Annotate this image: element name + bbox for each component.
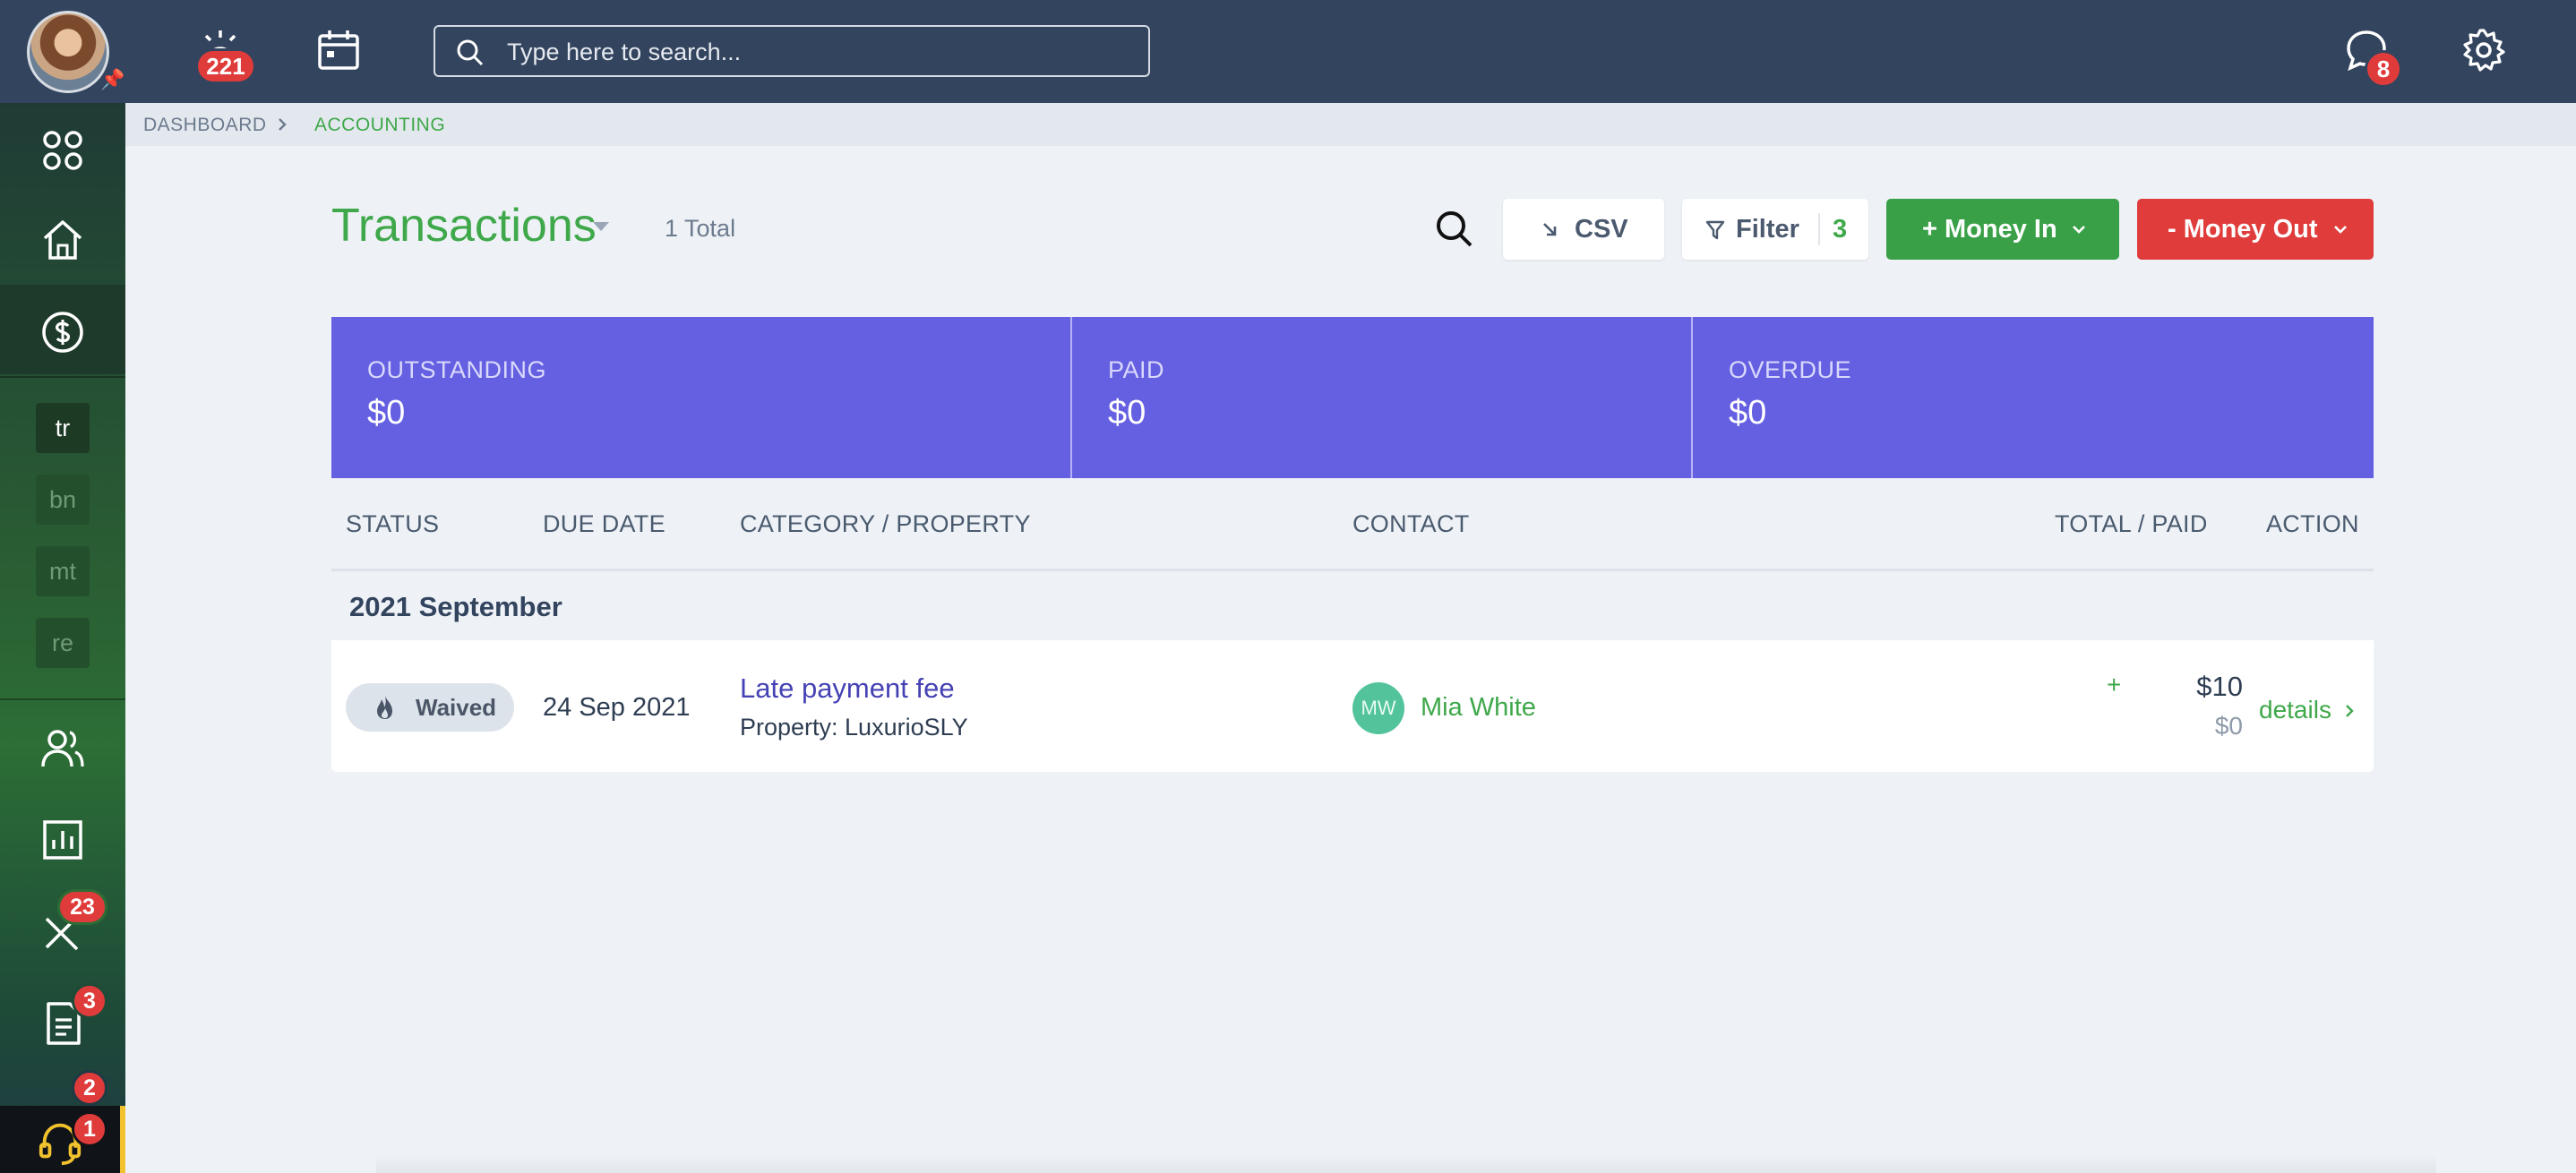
column-due-date[interactable]: DUE DATE <box>543 510 665 538</box>
filter-button[interactable]: Filter 3 <box>1682 199 1868 260</box>
filter-divider <box>1818 213 1820 245</box>
paid-label: PAID <box>1108 356 1165 383</box>
messages-badge: 8 <box>2365 50 2402 88</box>
total-amount: $10 <box>2196 671 2243 702</box>
chevron-right-icon <box>2345 705 2354 717</box>
overdue-label: OVERDUE <box>1729 356 1852 383</box>
maintenance-badge: 23 <box>57 889 107 925</box>
filter-count: 3 <box>1833 215 1848 244</box>
column-action: ACTION <box>2266 510 2359 537</box>
money-in-label: + Money In <box>1922 215 2057 244</box>
due-date: 24 Sep 2021 <box>543 693 691 722</box>
sidebar-item-more[interactable]: 2 <box>0 1068 125 1106</box>
category-link[interactable]: Late payment fee <box>740 672 955 705</box>
top-bar: 📌 221 8 <box>0 0 2576 103</box>
table-row[interactable]: Waived 24 Sep 2021 Late payment fee Prop… <box>331 640 2374 772</box>
alerts-badge: 221 <box>195 48 256 84</box>
column-total[interactable]: TOTAL / PAID <box>2055 510 2208 538</box>
column-contact[interactable]: CONTACT <box>1352 510 1470 538</box>
search-icon <box>457 39 484 66</box>
sidebar-mini-tr[interactable]: tr <box>36 403 90 453</box>
page-footer-shadow <box>376 1155 2436 1173</box>
support-badge: 1 <box>72 1111 107 1147</box>
sidebar-mini-re[interactable]: re <box>36 618 90 668</box>
home-icon <box>43 220 82 260</box>
calendar-icon <box>318 30 359 70</box>
breadcrumb: DASHBOARD ACCOUNTING <box>125 103 2576 146</box>
filter-icon <box>1705 220 1725 240</box>
sidebar-divider <box>0 698 125 700</box>
sidebar-mini-mt[interactable]: mt <box>36 546 90 596</box>
gear-icon <box>2463 29 2505 72</box>
filter-label: Filter <box>1736 215 1799 244</box>
summary-panel: OUTSTANDING $0 PAID $0 OVERDUE $0 <box>331 317 2374 478</box>
user-avatar[interactable] <box>27 11 109 93</box>
breadcrumb-accounting: ACCOUNTING <box>314 115 446 135</box>
column-category[interactable]: CATEGORY / PROPERTY <box>740 510 1031 538</box>
pin-icon[interactable]: 📌 <box>100 68 125 91</box>
users-icon <box>41 730 84 767</box>
outstanding-label: OUTSTANDING <box>367 356 546 383</box>
extra-badge: 2 <box>72 1070 107 1106</box>
paid-amount: $0 <box>2214 712 2243 740</box>
download-arrow-icon <box>1543 223 1557 236</box>
contact-avatar[interactable]: MW <box>1352 682 1404 734</box>
chevron-down-icon <box>2073 226 2085 234</box>
status-label: Waived <box>416 694 497 721</box>
bar-chart-icon <box>43 820 82 860</box>
contact-name[interactable]: Mia White <box>1421 693 1536 723</box>
total-sign: + <box>2107 671 2122 698</box>
grid-icon <box>43 131 82 170</box>
settings-button[interactable] <box>2459 25 2509 75</box>
column-status[interactable]: STATUS <box>346 510 439 538</box>
money-in-button[interactable]: + Money In <box>1886 199 2119 260</box>
sidebar-item-documents[interactable]: 3 <box>0 976 125 1066</box>
caret-down-icon[interactable] <box>593 222 609 231</box>
group-label: 2021 September <box>349 591 562 622</box>
flame-icon <box>377 696 392 719</box>
search-box[interactable] <box>434 25 1150 77</box>
group-header: 2021 September <box>331 573 2374 640</box>
alerts-button[interactable]: 221 <box>195 25 256 84</box>
page-title[interactable]: Transactions <box>331 199 597 253</box>
summary-paid[interactable]: PAID $0 <box>1072 317 1692 478</box>
details-link[interactable]: details <box>2259 696 2355 724</box>
total-count: 1 Total <box>665 215 736 242</box>
details-label: details <box>2259 696 2331 723</box>
sidebar-item-apps[interactable] <box>0 103 125 193</box>
chevron-right-icon <box>279 118 287 131</box>
sidebar-item-contacts[interactable] <box>0 701 125 791</box>
money-out-label: - Money Out <box>2168 215 2318 244</box>
sidebar-item-accounting[interactable] <box>0 285 125 374</box>
messages-button[interactable]: 8 <box>2341 25 2402 88</box>
overdue-value: $0 <box>1729 394 1767 432</box>
sidebar-item-reports[interactable] <box>0 792 125 882</box>
property-name: Property: LuxurioSLY <box>740 714 968 741</box>
status-badge: Waived <box>346 683 514 732</box>
documents-badge: 3 <box>72 983 107 1019</box>
paid-value: $0 <box>1108 394 1146 432</box>
sidebar: tr bn mt re 23 3 2 1 <box>0 103 125 1173</box>
outstanding-value: $0 <box>367 394 406 432</box>
csv-button[interactable]: CSV <box>1503 199 1664 260</box>
summary-overdue[interactable]: OVERDUE $0 <box>1693 317 2374 478</box>
sidebar-item-maintenance[interactable]: 23 <box>0 884 125 973</box>
csv-label: CSV <box>1575 215 1628 244</box>
dollar-circle-icon <box>42 312 83 353</box>
search-input[interactable] <box>507 36 1125 68</box>
breadcrumb-dashboard[interactable]: DASHBOARD <box>143 115 267 136</box>
sidebar-item-support[interactable]: 1 <box>0 1106 125 1173</box>
sidebar-divider <box>0 376 125 378</box>
money-out-button[interactable]: - Money Out <box>2137 199 2374 260</box>
chevron-down-icon <box>2334 226 2347 234</box>
search-icon[interactable] <box>1433 208 1476 251</box>
summary-outstanding[interactable]: OUTSTANDING $0 <box>331 317 1071 478</box>
calendar-button[interactable] <box>313 25 364 75</box>
sidebar-item-home[interactable] <box>0 193 125 282</box>
sidebar-mini-bn[interactable]: bn <box>36 475 90 525</box>
table-header: STATUS DUE DATE CATEGORY / PROPERTY CONT… <box>331 478 2374 571</box>
